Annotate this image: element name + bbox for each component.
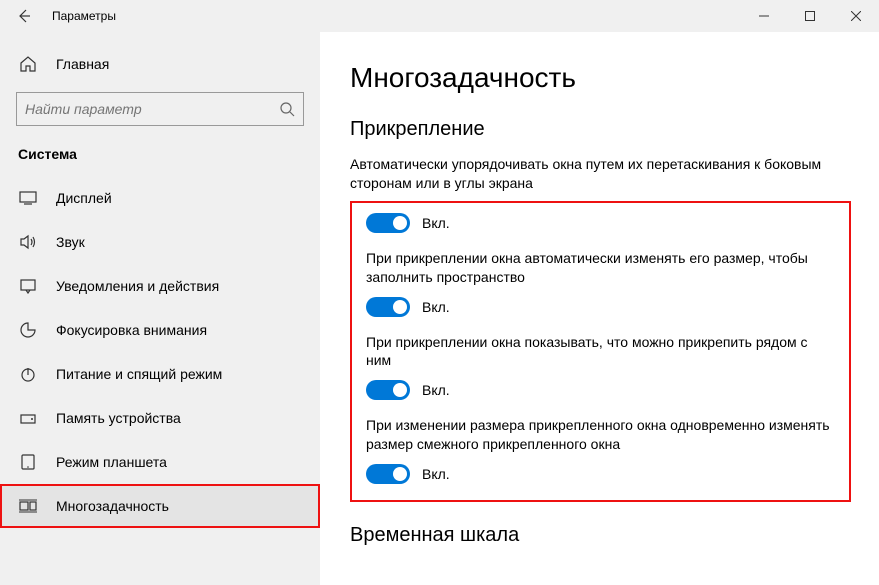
- sidebar-item-multitasking[interactable]: Многозадачность: [0, 484, 320, 528]
- sidebar-item-storage[interactable]: Память устройства: [0, 396, 320, 440]
- sidebar-item-label: Питание и спящий режим: [56, 366, 222, 382]
- close-icon: [851, 11, 861, 21]
- setting-desc: При прикреплении окна показывать, что мо…: [366, 333, 835, 371]
- titlebar: Параметры: [0, 0, 879, 32]
- nav-list: Дисплей Звук Уведомления и действия Фоку…: [0, 176, 320, 585]
- sidebar-item-label: Фокусировка внимания: [56, 322, 207, 338]
- tablet-icon: [18, 454, 38, 470]
- minimize-button[interactable]: [741, 0, 787, 32]
- search-box[interactable]: [16, 92, 304, 126]
- sidebar-item-focus[interactable]: Фокусировка внимания: [0, 308, 320, 352]
- category-label: Система: [0, 138, 320, 176]
- toggle-snap-auto[interactable]: [366, 213, 410, 233]
- search-icon: [279, 101, 295, 117]
- snap-settings-group: Вкл. При прикреплении окна автоматически…: [350, 201, 851, 502]
- sidebar-item-display[interactable]: Дисплей: [0, 176, 320, 220]
- sidebar-item-notifications[interactable]: Уведомления и действия: [0, 264, 320, 308]
- window-controls: [741, 0, 879, 32]
- sidebar: Главная Система Дисплей Звук: [0, 32, 320, 585]
- storage-icon: [18, 410, 38, 426]
- arrow-left-icon: [16, 8, 32, 24]
- toggle-snap-resize[interactable]: [366, 297, 410, 317]
- home-label: Главная: [56, 56, 109, 72]
- setting-snap-auto: Вкл.: [366, 213, 835, 233]
- toggle-state-label: Вкл.: [422, 382, 450, 398]
- maximize-button[interactable]: [787, 0, 833, 32]
- sidebar-item-label: Память устройства: [56, 410, 181, 426]
- back-button[interactable]: [0, 0, 48, 32]
- minimize-icon: [759, 11, 769, 21]
- home-nav[interactable]: Главная: [0, 42, 320, 86]
- search-input[interactable]: [25, 101, 279, 117]
- sidebar-item-sound[interactable]: Звук: [0, 220, 320, 264]
- page-title: Многозадачность: [350, 62, 851, 94]
- display-icon: [18, 191, 38, 205]
- setting-desc: При изменении размера прикрепленного окн…: [366, 416, 835, 454]
- setting-snap-adjacent: При изменении размера прикрепленного окн…: [366, 416, 835, 484]
- sidebar-item-label: Уведомления и действия: [56, 278, 219, 294]
- sidebar-item-label: Дисплей: [56, 190, 112, 206]
- sidebar-item-label: Многозадачность: [56, 498, 169, 514]
- content-area: Многозадачность Прикрепление Автоматичес…: [320, 32, 879, 585]
- toggle-snap-show[interactable]: [366, 380, 410, 400]
- sidebar-item-label: Режим планшета: [56, 454, 167, 470]
- multitasking-icon: [18, 499, 38, 513]
- home-icon: [18, 55, 38, 73]
- power-icon: [18, 366, 38, 382]
- window-title: Параметры: [48, 9, 741, 23]
- toggle-state-label: Вкл.: [422, 215, 450, 231]
- focus-icon: [18, 322, 38, 338]
- section-snap-title: Прикрепление: [350, 118, 851, 141]
- notifications-icon: [18, 278, 38, 294]
- sidebar-item-tablet[interactable]: Режим планшета: [0, 440, 320, 484]
- toggle-state-label: Вкл.: [422, 299, 450, 315]
- setting-snap-show: При прикреплении окна показывать, что мо…: [366, 333, 835, 401]
- close-button[interactable]: [833, 0, 879, 32]
- snap-intro-text: Автоматически упорядочивать окна путем и…: [350, 155, 851, 193]
- setting-desc: При прикреплении окна автоматически изме…: [366, 249, 835, 287]
- toggle-state-label: Вкл.: [422, 466, 450, 482]
- sidebar-item-label: Звук: [56, 234, 85, 250]
- sound-icon: [18, 234, 38, 250]
- section-timeline-title: Временная шкала: [350, 524, 851, 547]
- sidebar-item-power[interactable]: Питание и спящий режим: [0, 352, 320, 396]
- toggle-snap-adjacent[interactable]: [366, 464, 410, 484]
- maximize-icon: [805, 11, 815, 21]
- setting-snap-resize: При прикреплении окна автоматически изме…: [366, 249, 835, 317]
